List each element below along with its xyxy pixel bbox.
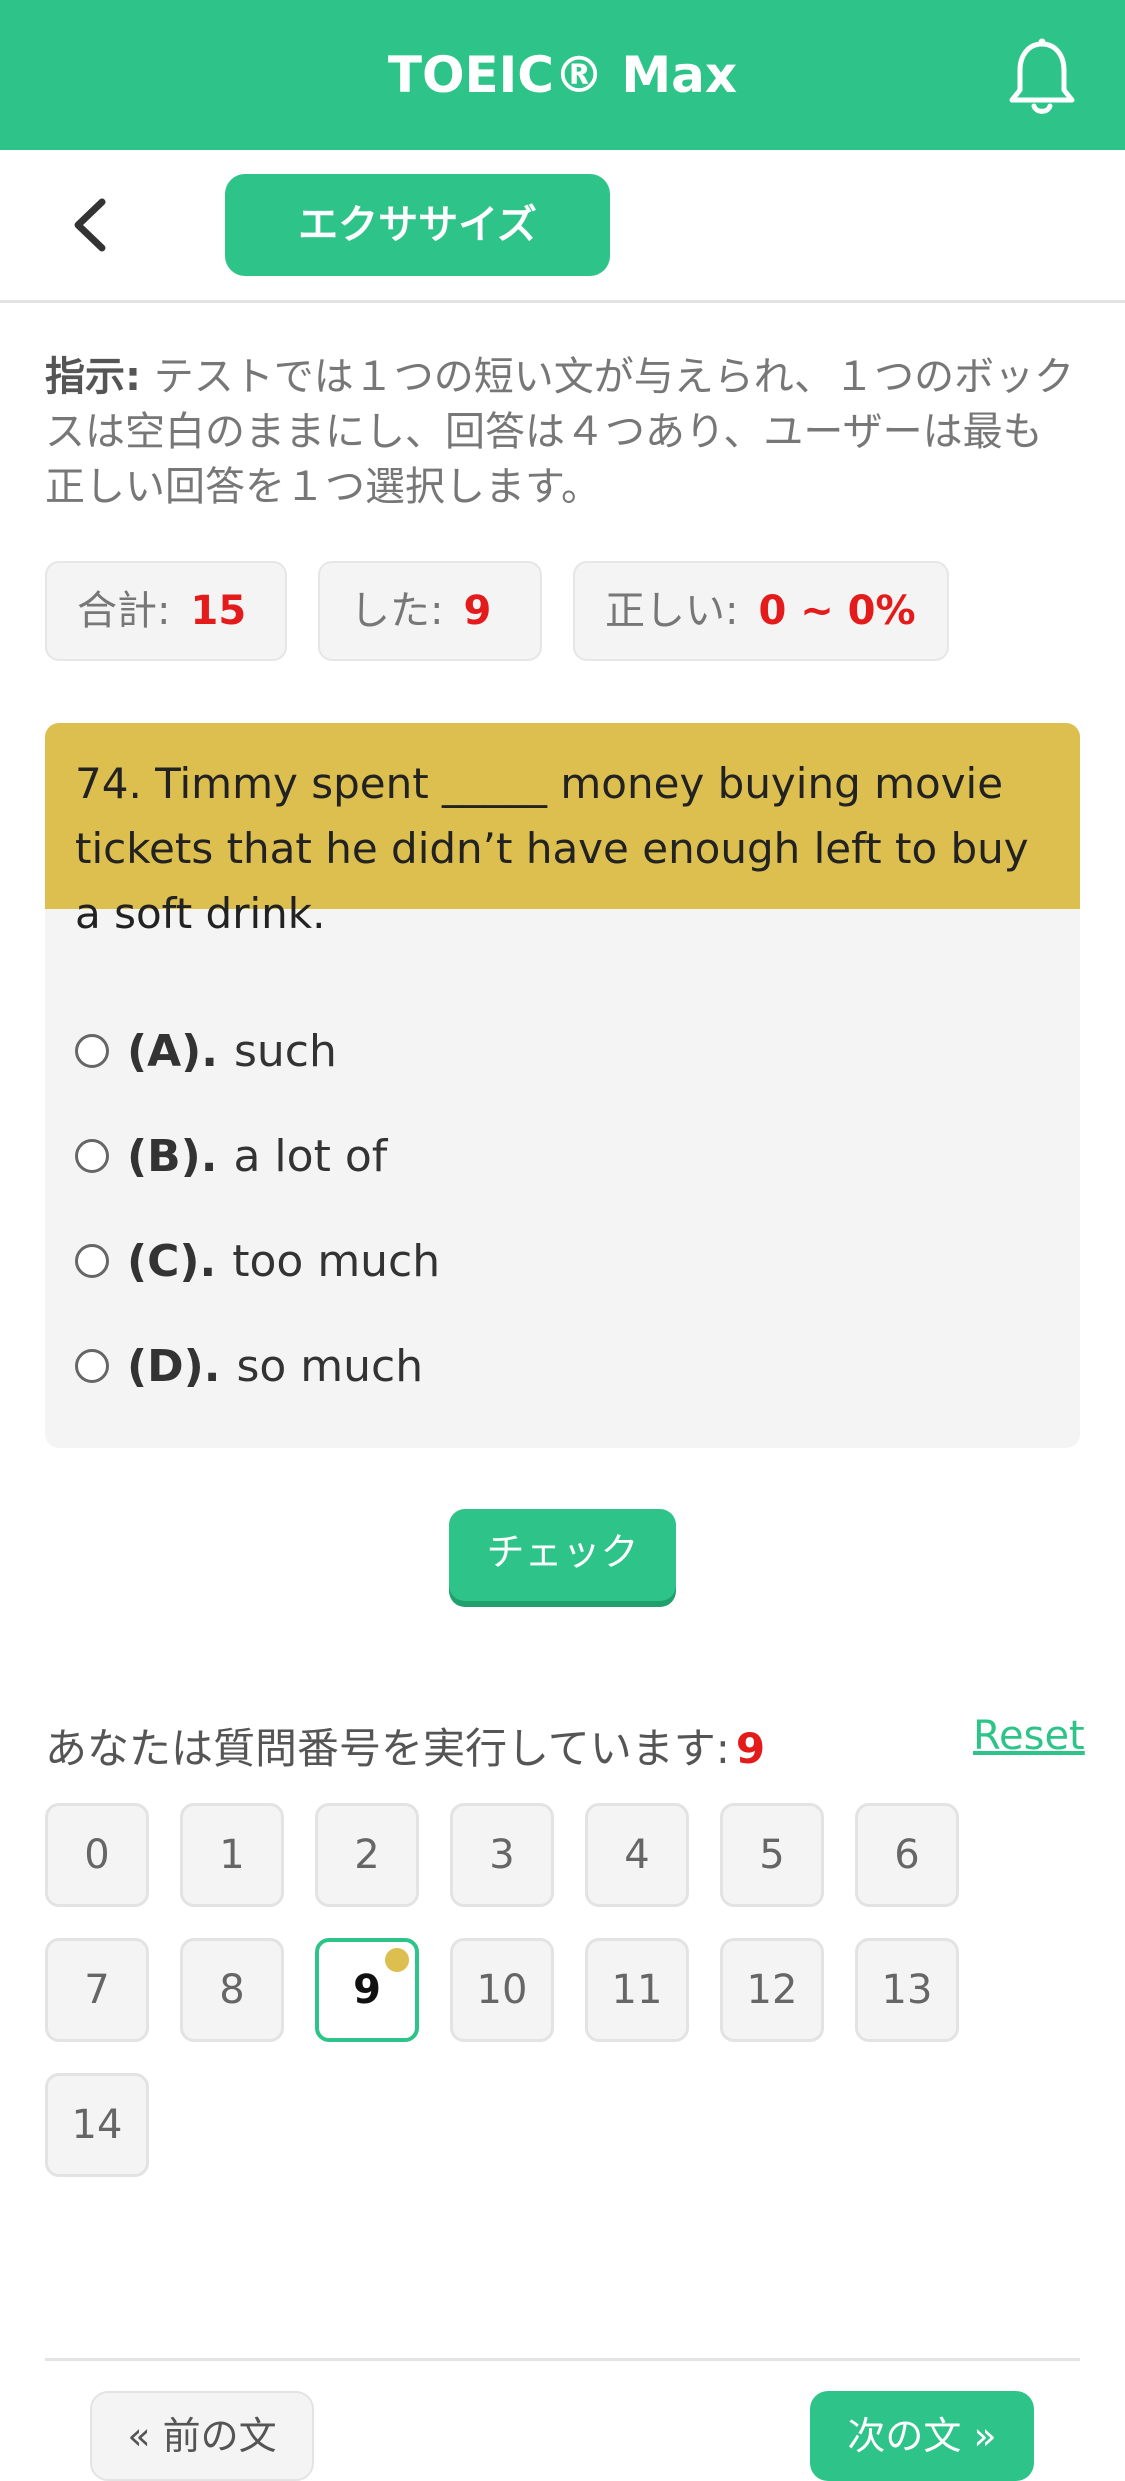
- stat-total: 合計: 15: [45, 561, 287, 661]
- option-c[interactable]: (C). too much: [75, 1226, 440, 1296]
- option-text: such: [234, 1025, 337, 1077]
- app-title: TOEIC® Max: [387, 46, 738, 104]
- option-text: too much: [232, 1235, 441, 1287]
- option-letter: (A).: [127, 1025, 218, 1077]
- current-question-label: あなたは質問番号を実行しています: 9: [45, 1715, 765, 1776]
- question-number-button[interactable]: 1: [180, 1803, 284, 1907]
- instruction-label: 指示:: [45, 354, 141, 400]
- question-number-button[interactable]: 6: [855, 1803, 959, 1907]
- question-text: 74. Timmy spent _____ money buying movie…: [45, 723, 1080, 938]
- stat-total-value: 15: [190, 588, 247, 634]
- question-number-button[interactable]: 11: [585, 1938, 689, 2042]
- radio-button[interactable]: [75, 1139, 109, 1173]
- footer-divider: [45, 2358, 1080, 2361]
- option-letter: (D).: [127, 1340, 221, 1392]
- question-card: 74. Timmy spent _____ money buying movie…: [45, 723, 1080, 1448]
- current-indicator-dot: [385, 1948, 409, 1972]
- next-sentence-button[interactable]: 次の文 »: [810, 2391, 1034, 2481]
- current-question-number: 9: [735, 1724, 766, 1773]
- option-b[interactable]: (B). a lot of: [75, 1121, 387, 1191]
- app-header: TOEIC® Max: [0, 0, 1125, 150]
- previous-sentence-button[interactable]: « 前の文: [90, 2391, 314, 2481]
- reset-link[interactable]: Reset: [973, 1713, 1085, 1759]
- question-number-button[interactable]: 12: [720, 1938, 824, 2042]
- stat-correct-value: 0 ~ 0%: [758, 588, 916, 634]
- current-question-text: あなたは質問番号を実行しています:: [45, 1724, 730, 1773]
- option-letter: (C).: [127, 1235, 217, 1287]
- stat-total-label: 合計:: [77, 588, 171, 634]
- option-text: a lot of: [233, 1130, 388, 1182]
- radio-button[interactable]: [75, 1349, 109, 1383]
- stat-correct: 正しい: 0 ~ 0%: [573, 561, 949, 661]
- question-number-button[interactable]: 0: [45, 1803, 149, 1907]
- check-button[interactable]: チェック: [449, 1509, 676, 1601]
- option-letter: (B).: [127, 1130, 218, 1182]
- question-number-button[interactable]: 4: [585, 1803, 689, 1907]
- stat-done-label: した:: [350, 588, 444, 634]
- option-a[interactable]: (A). such: [75, 1016, 337, 1086]
- stat-done-value: 9: [463, 588, 492, 634]
- question-number-label: 9: [353, 1967, 381, 2013]
- radio-button[interactable]: [75, 1034, 109, 1068]
- instruction-body: テストでは１つの短い文が与えられ、１つのボックスは空白のままにし、回答は４つあり…: [45, 354, 1075, 510]
- chevron-left-icon[interactable]: [60, 190, 120, 260]
- exercise-button[interactable]: エクササイズ: [225, 174, 610, 276]
- question-number-button[interactable]: 13: [855, 1938, 959, 2042]
- instruction-text: 指示: テストでは１つの短い文が与えられ、１つのボックスは空白のままにし、回答は…: [45, 350, 1080, 515]
- stat-done: した: 9: [318, 561, 542, 661]
- option-text: so much: [236, 1340, 424, 1392]
- question-number-button[interactable]: 10: [450, 1938, 554, 2042]
- question-number-button[interactable]: 8: [180, 1938, 284, 2042]
- question-number-button[interactable]: 2: [315, 1803, 419, 1907]
- question-number-button-active[interactable]: 9: [315, 1938, 419, 2042]
- option-d[interactable]: (D). so much: [75, 1331, 423, 1401]
- radio-button[interactable]: [75, 1244, 109, 1278]
- sub-navigation: エクササイズ: [0, 150, 1125, 303]
- question-number-button[interactable]: 5: [720, 1803, 824, 1907]
- question-number-button[interactable]: 3: [450, 1803, 554, 1907]
- stat-correct-label: 正しい:: [605, 588, 739, 634]
- bell-icon[interactable]: [1006, 36, 1078, 116]
- question-number-button[interactable]: 14: [45, 2073, 149, 2177]
- question-number-button[interactable]: 7: [45, 1938, 149, 2042]
